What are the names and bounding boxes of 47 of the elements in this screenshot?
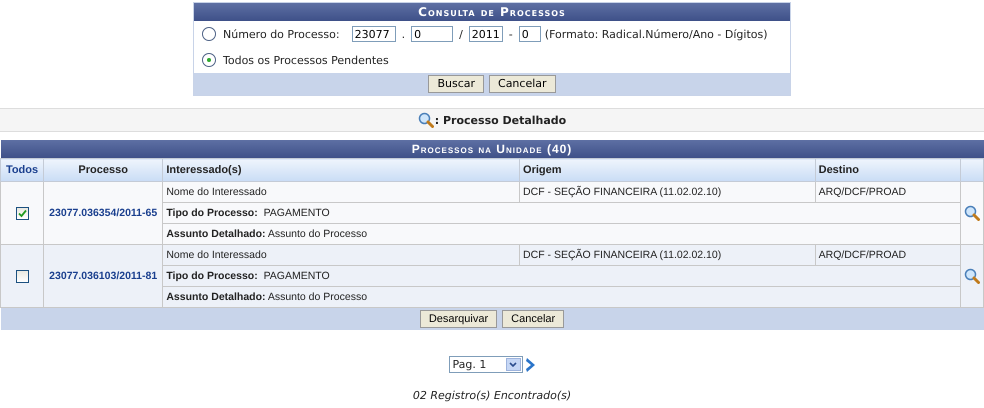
field-value: Assunto do Processo bbox=[268, 228, 368, 240]
column-header: Origem bbox=[520, 158, 816, 182]
row-checkbox[interactable] bbox=[16, 206, 29, 220]
column-header: Interessado(s) bbox=[162, 158, 520, 182]
number-field[interactable]: 23077 bbox=[352, 26, 396, 42]
field-value: PAGAMENTO bbox=[264, 270, 330, 282]
form-button[interactable]: Cancelar bbox=[489, 75, 556, 93]
radio-button[interactable] bbox=[202, 27, 216, 41]
form-button[interactable]: Desarquivar bbox=[420, 310, 498, 328]
table-cell: DCF - SEÇÃO FINANCEIRA (11.02.02.10) bbox=[520, 182, 816, 202]
search-icon[interactable] bbox=[964, 268, 980, 284]
option-label: Todos os Processos Pendentes bbox=[223, 54, 389, 66]
field-label: Tipo do Processo: bbox=[166, 270, 258, 282]
next-page-icon[interactable] bbox=[524, 356, 536, 372]
radio-button[interactable] bbox=[202, 53, 216, 67]
field-label: Assunto Detalhado: bbox=[166, 291, 266, 303]
field-value: Assunto do Processo bbox=[268, 291, 368, 303]
table-cell: ARQ/DCF/PROAD bbox=[815, 182, 960, 202]
row-checkbox[interactable] bbox=[16, 270, 29, 282]
separator: - bbox=[508, 28, 514, 40]
format-hint: (Formato: Radical.Número/Ano - Dígitos) bbox=[544, 28, 768, 40]
process-link[interactable]: 23077.036103/2011-81 bbox=[49, 270, 158, 282]
table-title: Processos na Unidade (40) bbox=[0, 140, 984, 158]
field-label: Assunto Detalhado: bbox=[166, 228, 266, 240]
table-cell: Nome do Interessado bbox=[162, 244, 520, 266]
number-field[interactable]: 2011 bbox=[468, 26, 503, 42]
field-value: PAGAMENTO bbox=[264, 207, 330, 219]
separator: / bbox=[458, 28, 464, 40]
page-select[interactable]: Pag. 1 bbox=[448, 356, 522, 373]
form-button[interactable]: Cancelar bbox=[502, 310, 564, 328]
table-cell: Nome do Interessado bbox=[162, 182, 520, 202]
table-cell: ARQ/DCF/PROAD bbox=[815, 244, 960, 266]
column-header: Destino bbox=[815, 158, 960, 182]
number-field[interactable]: 0 bbox=[411, 26, 454, 42]
form-button[interactable]: Buscar bbox=[428, 75, 484, 93]
option-label: Número do Processo: bbox=[223, 28, 340, 40]
field-label: Tipo do Processo: bbox=[166, 207, 258, 219]
column-header: Processo bbox=[44, 158, 163, 182]
process-link[interactable]: 23077.036354/2011-65 bbox=[49, 207, 158, 219]
separator: . bbox=[400, 28, 406, 40]
panel-title: Consulta de Processos bbox=[194, 3, 790, 21]
legend-label: : Processo Detalhado bbox=[434, 114, 566, 126]
record-count: 02 Registro(s) Encontrado(s) bbox=[412, 389, 572, 402]
number-field[interactable]: 0 bbox=[518, 26, 541, 42]
search-icon[interactable] bbox=[418, 112, 434, 128]
search-icon[interactable] bbox=[964, 205, 980, 221]
table-cell: DCF - SEÇÃO FINANCEIRA (11.02.02.10) bbox=[520, 244, 816, 266]
